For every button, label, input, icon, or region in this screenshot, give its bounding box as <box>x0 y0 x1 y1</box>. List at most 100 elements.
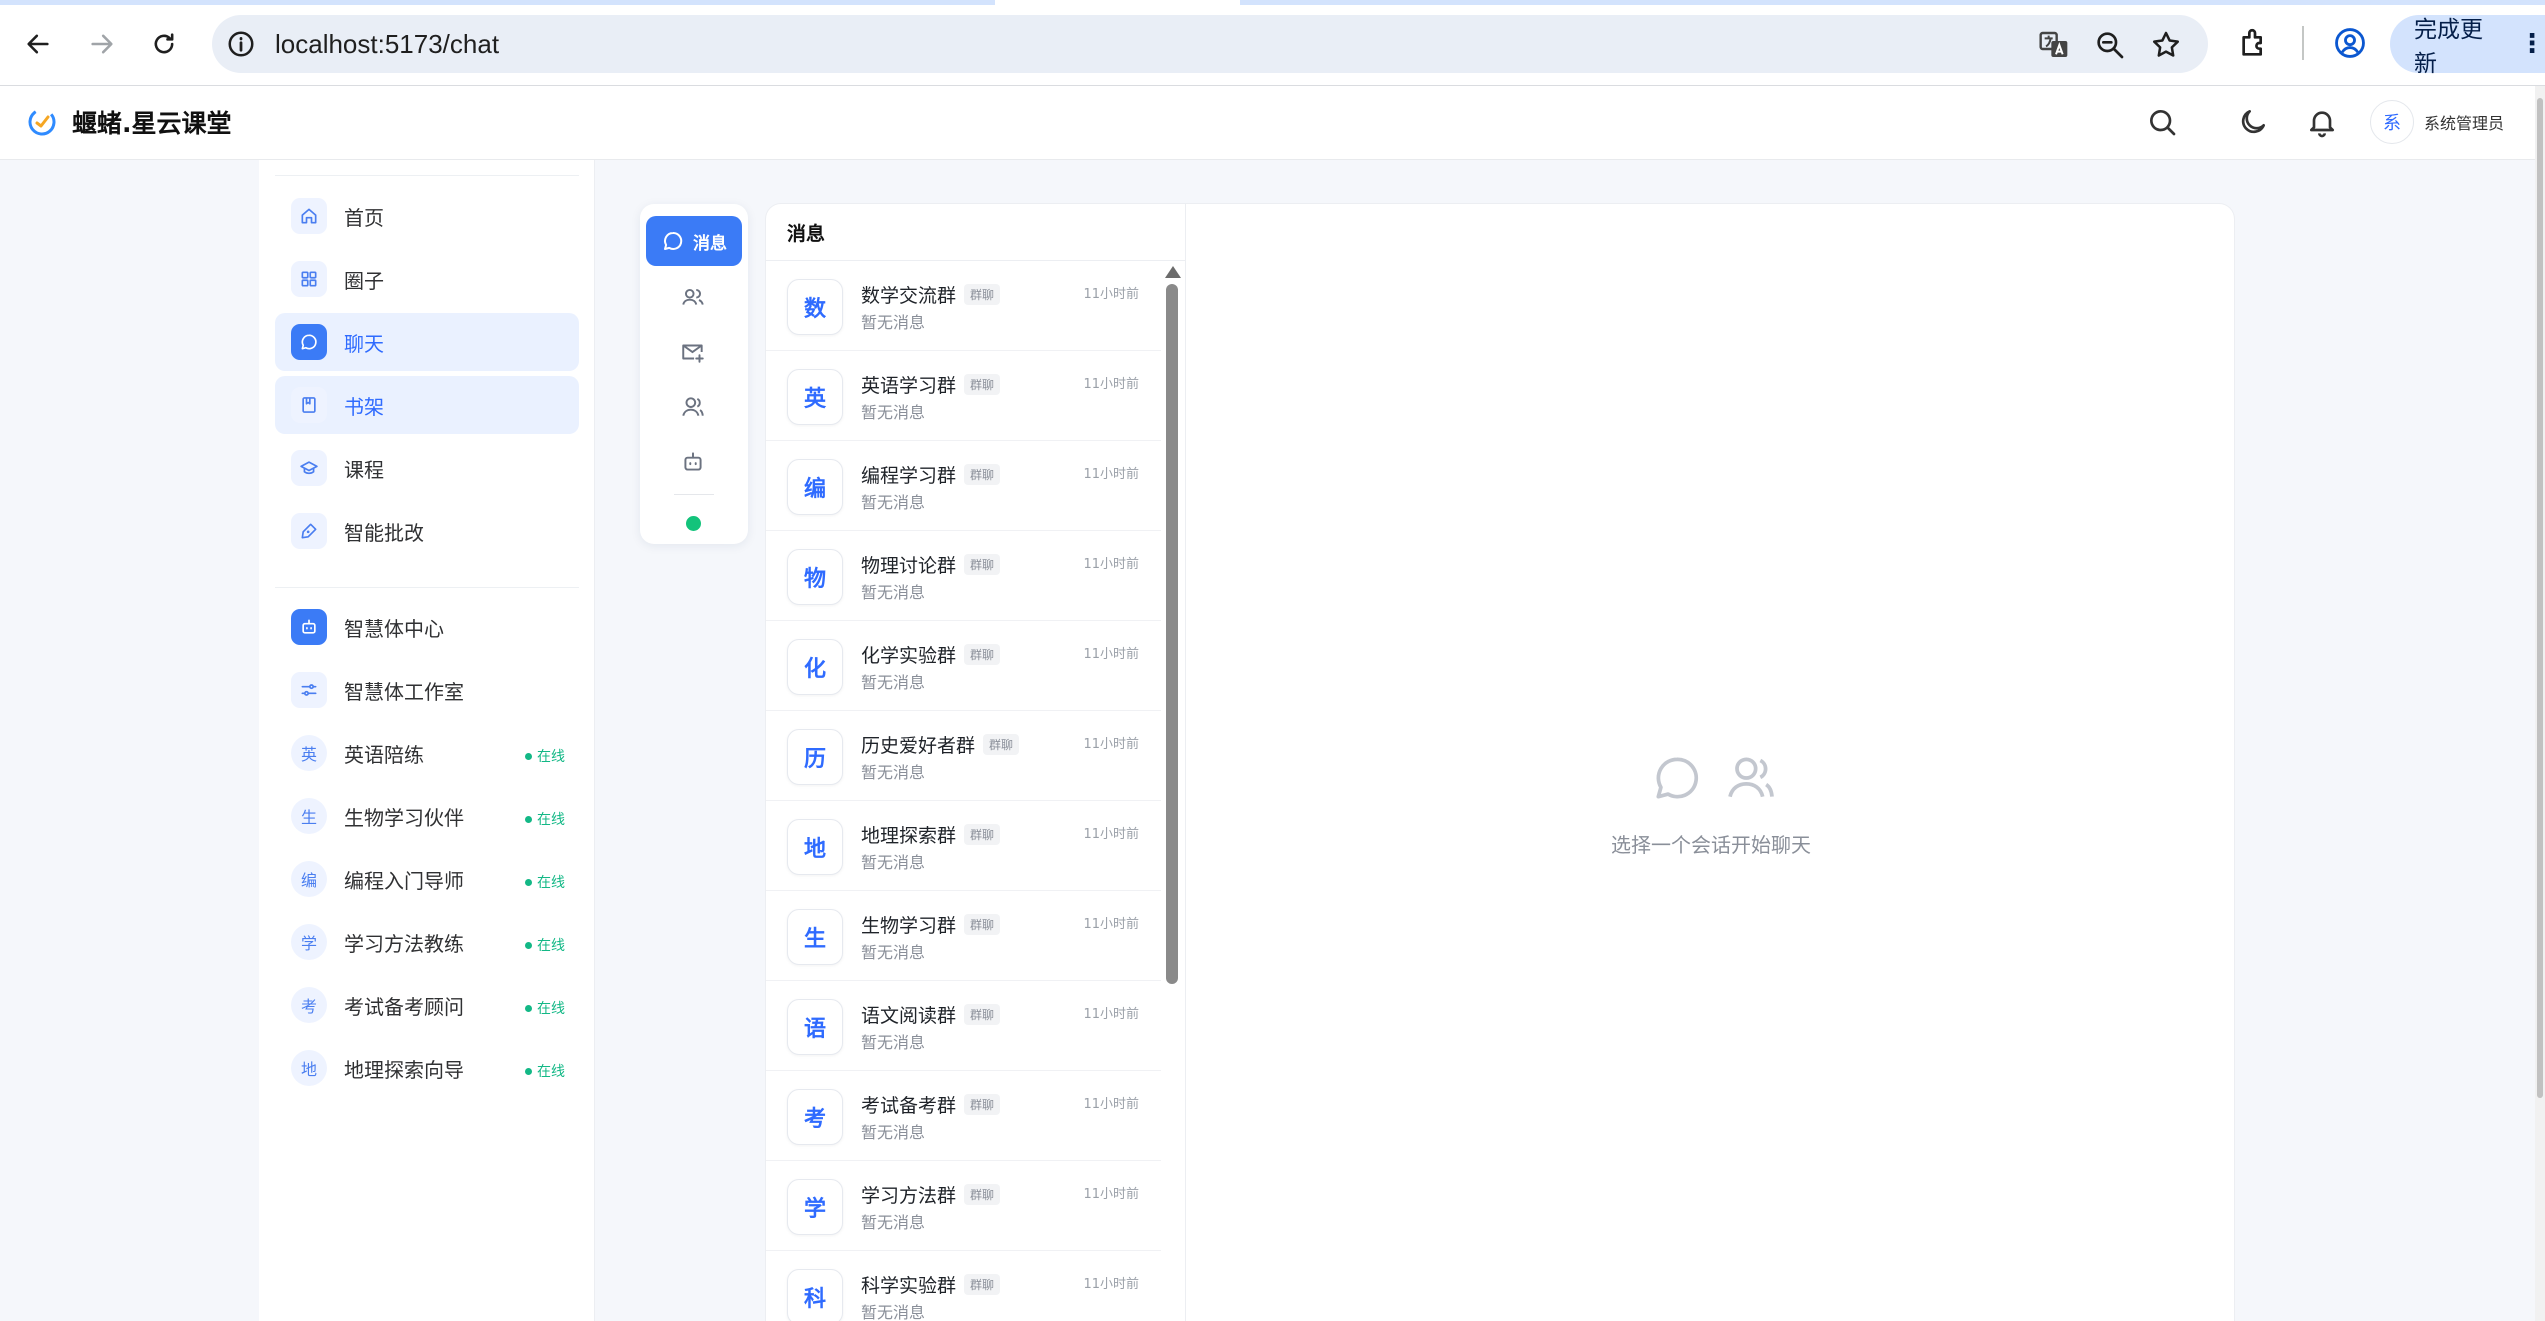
assistant-avatar: 英 <box>291 735 327 771</box>
page-scrollbar[interactable] <box>2535 86 2545 1321</box>
sidebar-item-agent-studio[interactable]: 智慧体工作室 <box>275 661 579 719</box>
conversation-item[interactable]: 编 编程学习群 群聊 暂无消息 11小时前 <box>766 441 1161 531</box>
conversation-item[interactable]: 生 生物学习群 群聊 暂无消息 11小时前 <box>766 891 1161 981</box>
conversation-time: 11小时前 <box>1083 377 1139 392</box>
conversation-name-text: 生物学习群 <box>861 915 957 937</box>
conversation-time: 11小时前 <box>1083 467 1139 482</box>
group-avatar: 学 <box>787 1179 843 1235</box>
zoom-icon[interactable] <box>2094 29 2126 61</box>
assistant-avatar: 考 <box>291 987 327 1023</box>
sidebar-item-assistant[interactable]: 考 考试备考顾问 在线 <box>275 976 579 1034</box>
sidebar-item-home[interactable]: 首页 <box>275 187 579 245</box>
group-avatar: 语 <box>787 999 843 1055</box>
chat-icon-rail: 消息 <box>640 204 748 544</box>
conversation-list-title: 消息 <box>787 223 826 245</box>
conversation-item[interactable]: 学 学习方法群 群聊 暂无消息 11小时前 <box>766 1161 1161 1251</box>
group-tag: 群聊 <box>964 1274 1001 1295</box>
scroll-up-icon[interactable] <box>1165 266 1181 278</box>
robot-icon[interactable] <box>680 449 706 475</box>
online-badge: 在线 <box>525 935 565 955</box>
sidebar-item-grading[interactable]: 智能批改 <box>275 502 579 560</box>
grid-icon <box>291 261 327 297</box>
assistant-avatar: 生 <box>291 798 327 834</box>
conversation-name-text: 语文阅读群 <box>861 1005 957 1027</box>
user-menu[interactable]: 系 系统管理员 <box>2370 100 2504 144</box>
conversation-item[interactable]: 英 英语学习群 群聊 暂无消息 11小时前 <box>766 351 1161 441</box>
user-name: 系统管理员 <box>2424 114 2505 133</box>
sidebar-item-circle[interactable]: 圈子 <box>275 250 579 308</box>
address-bar[interactable]: localhost:5173/chat <box>212 15 2208 73</box>
extensions-icon[interactable] <box>2238 26 2272 60</box>
conversation-item[interactable]: 地 地理探索群 群聊 暂无消息 11小时前 <box>766 801 1161 891</box>
translate-icon[interactable] <box>2038 29 2070 61</box>
site-info-icon[interactable] <box>226 29 256 59</box>
brand-logo-icon <box>28 108 56 136</box>
sidebar-item-assistant[interactable]: 英 英语陪练 在线 <box>275 724 579 782</box>
conversation-name: 考试备考群 群聊 <box>861 1091 1001 1118</box>
assistant-avatar: 地 <box>291 1050 327 1086</box>
arrow-left-icon <box>27 34 49 54</box>
sidebar-item-assistant[interactable]: 学 学习方法教练 在线 <box>275 913 579 971</box>
conversation-item[interactable]: 历 历史爱好者群 群聊 暂无消息 11小时前 <box>766 711 1161 801</box>
conversation-item[interactable]: 科 科学实验群 群聊 暂无消息 11小时前 <box>766 1251 1161 1321</box>
update-label: 完成更新 <box>2414 17 2483 77</box>
conversation-name-text: 编程学习群 <box>861 465 957 487</box>
conversation-item[interactable]: 考 考试备考群 群聊 暂无消息 11小时前 <box>766 1071 1161 1161</box>
sidebar-item-label: 智慧体工作室 <box>344 679 464 704</box>
conversation-preview: 暂无消息 <box>861 673 926 692</box>
conversation-preview: 暂无消息 <box>861 493 926 512</box>
group-icon[interactable] <box>680 394 706 420</box>
search-icon[interactable] <box>2146 106 2178 138</box>
sidebar-item-courses[interactable]: 课程 <box>275 439 579 497</box>
scrollbar-thumb[interactable] <box>1166 284 1178 984</box>
group-tag: 群聊 <box>964 644 1001 665</box>
conversation-list-scrollbar[interactable] <box>1164 264 1181 1321</box>
conversation-list: 消息 数 数学交流群 群聊 暂无消息 11小时前 英 英语学习群 群聊 暂无消息 1… <box>766 204 1186 1321</box>
group-avatar: 物 <box>787 549 843 605</box>
conversation-item[interactable]: 数 数学交流群 群聊 暂无消息 11小时前 <box>766 261 1161 351</box>
conversation-preview: 暂无消息 <box>861 403 926 422</box>
conversation-name-text: 英语学习群 <box>861 375 957 397</box>
app-header: 蝘蝫.星云课堂 系 系统管理员 <box>0 86 2545 160</box>
moon-icon[interactable] <box>2237 106 2269 138</box>
back-button[interactable] <box>16 22 60 66</box>
sidebar-item-bookshelf[interactable]: 书架 <box>275 376 579 434</box>
online-badge: 在线 <box>525 998 565 1018</box>
sidebar-item-assistant[interactable]: 生 生物学习伙伴 在线 <box>275 787 579 845</box>
bookmark-star-icon[interactable] <box>2150 29 2182 61</box>
mail-plus-icon[interactable] <box>680 339 706 365</box>
sidebar-item-chat[interactable]: 聊天 <box>275 313 579 371</box>
bell-icon[interactable] <box>2306 106 2338 138</box>
sidebar-item-agent-center[interactable]: 智慧体中心 <box>275 598 579 656</box>
update-chrome-button[interactable]: 完成更新 ⋮ <box>2390 15 2545 77</box>
conversation-time: 11小时前 <box>1083 1007 1139 1022</box>
group-tag: 群聊 <box>964 374 1001 395</box>
online-text: 在线 <box>537 1064 565 1080</box>
conversation-preview: 暂无消息 <box>861 1303 926 1321</box>
toolbar-separator <box>2302 26 2304 60</box>
brand-name: 蝘蝫.星云课堂 <box>72 109 232 138</box>
nav-divider <box>275 587 579 588</box>
group-tag: 群聊 <box>964 1094 1001 1115</box>
profile-icon[interactable] <box>2333 26 2367 60</box>
conversation-item[interactable]: 物 物理讨论群 群聊 暂无消息 11小时前 <box>766 531 1161 621</box>
brand[interactable]: 蝘蝫.星云课堂 <box>26 104 232 140</box>
url-text[interactable]: localhost:5173/chat <box>275 29 499 60</box>
conversation-item[interactable]: 化 化学实验群 群聊 暂无消息 11小时前 <box>766 621 1161 711</box>
forward-button[interactable] <box>80 22 124 66</box>
tab-messages[interactable]: 消息 <box>646 216 742 266</box>
tab-messages-label: 消息 <box>693 233 727 254</box>
conversation-preview: 暂无消息 <box>861 1123 926 1142</box>
conversation-name: 学习方法群 群聊 <box>861 1181 1001 1208</box>
reload-button[interactable] <box>142 22 186 66</box>
kebab-menu-icon[interactable]: ⋮ <box>2519 31 2545 57</box>
conversation-time: 11小时前 <box>1083 827 1139 842</box>
sidebar-item-assistant[interactable]: 地 地理探索向导 在线 <box>275 1039 579 1097</box>
conversation-item[interactable]: 语 语文阅读群 群聊 暂无消息 11小时前 <box>766 981 1161 1071</box>
sidebar-item-label: 首页 <box>344 205 384 230</box>
online-badge: 在线 <box>525 809 565 829</box>
sidebar-item-label: 课程 <box>344 457 384 482</box>
conversation-preview: 暂无消息 <box>861 313 926 332</box>
contacts-icon[interactable] <box>680 284 706 310</box>
sidebar-item-assistant[interactable]: 编 编程入门导师 在线 <box>275 850 579 908</box>
